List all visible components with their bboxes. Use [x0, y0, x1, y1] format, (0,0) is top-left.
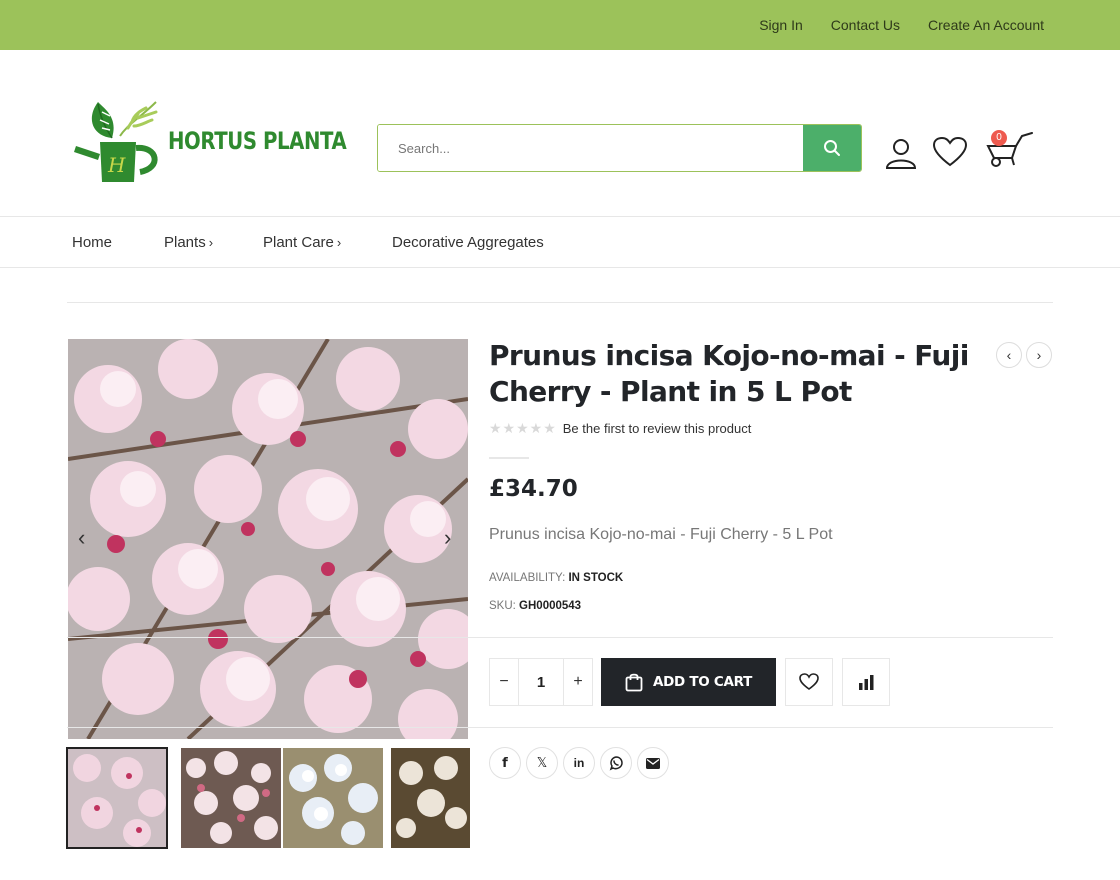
search-bar: [377, 124, 862, 172]
quantity-decrease-button[interactable]: −: [490, 659, 519, 705]
add-to-compare-button[interactable]: [842, 658, 890, 706]
product-price: £34.70: [489, 476, 578, 502]
nav-item-label: Plant Care: [263, 234, 334, 251]
user-icon: [885, 139, 917, 169]
chevron-right-icon: ›: [336, 235, 342, 250]
chevron-right-icon: ›: [208, 235, 214, 250]
share-x-button[interactable]: 𝕏: [526, 747, 558, 779]
divider: [489, 457, 529, 459]
cherry-blossom-image: [68, 339, 468, 739]
logo-text: HORTUS PLANTA: [168, 127, 347, 155]
thumbnail-image: [181, 748, 281, 848]
whatsapp-icon: [609, 756, 623, 771]
top-bar: Sign In Contact Us Create An Account: [0, 0, 1120, 50]
breadcrumb-divider: [67, 302, 1053, 303]
sign-in-link[interactable]: Sign In: [759, 17, 803, 33]
share-linkedin-button[interactable]: in: [563, 747, 595, 779]
add-to-cart-button[interactable]: ADD TO CART: [601, 658, 776, 706]
add-to-wishlist-button[interactable]: [785, 658, 833, 706]
facebook-icon: f: [502, 755, 508, 771]
sku-value: GH0000543: [519, 600, 582, 612]
svg-text:H: H: [107, 153, 126, 177]
next-product-button[interactable]: ›: [1026, 342, 1052, 368]
top-links: Sign In Contact Us Create An Account: [759, 0, 1044, 50]
nav-item-home[interactable]: Home: [72, 217, 112, 267]
quantity-stepper: − +: [489, 658, 593, 706]
availability-value: IN STOCK: [568, 572, 624, 584]
cart-count-badge: 0: [991, 130, 1007, 146]
product-short-description: Prunus incisa Kojo-no-mai - Fuji Cherry …: [489, 526, 833, 543]
site-logo[interactable]: H HORTUS PLANTA: [72, 96, 347, 186]
nav-item-plant-care[interactable]: Plant Care ›: [263, 217, 341, 267]
nav-item-label: Plants: [164, 234, 206, 251]
review-link[interactable]: Be the first to review this product: [563, 421, 752, 436]
quantity-input[interactable]: [519, 659, 563, 705]
heart-icon: [799, 673, 819, 690]
gallery-next-arrow[interactable]: ›: [444, 525, 451, 551]
divider: [67, 637, 1053, 638]
create-account-link[interactable]: Create An Account: [928, 17, 1044, 33]
x-icon: 𝕏: [536, 755, 548, 770]
availability: AVAILABILITY: IN STOCK: [489, 572, 623, 584]
search-input[interactable]: [378, 125, 803, 171]
main-nav: Home Plants › Plant Care › Decorative Aggr…: [0, 216, 1120, 268]
thumbnail-1[interactable]: [66, 747, 168, 849]
divider: [67, 727, 1053, 728]
thumbnail-image: [283, 748, 383, 848]
linkedin-icon: in: [573, 756, 585, 770]
shopping-bag-icon: [625, 673, 643, 692]
nav-item-plants[interactable]: Plants ›: [164, 217, 213, 267]
search-button[interactable]: [803, 125, 861, 171]
wishlist-header-button[interactable]: [932, 136, 968, 173]
chevron-right-icon: ›: [1036, 347, 1042, 363]
rating-stars-icon: ★★★★★: [489, 420, 557, 436]
chevron-left-icon: ‹: [1006, 347, 1012, 363]
thumbnail-image: [391, 748, 470, 848]
product-main-image[interactable]: [68, 339, 468, 739]
bar-chart-icon: [859, 675, 874, 690]
nav-item-label: Home: [72, 234, 113, 251]
nav-item-label: Decorative Aggregates: [392, 234, 544, 251]
search-icon: [824, 140, 840, 156]
thumbnail-3[interactable]: [283, 748, 383, 848]
email-icon: [646, 757, 660, 769]
thumbnail-image: [67, 748, 167, 848]
watering-can-logo-icon: H: [74, 101, 158, 182]
contact-us-link[interactable]: Contact Us: [831, 17, 900, 33]
sku: SKU: GH0000543: [489, 600, 581, 612]
share-facebook-button[interactable]: f: [489, 747, 521, 779]
availability-label: AVAILABILITY:: [489, 572, 566, 584]
thumbnail-4[interactable]: [391, 748, 470, 848]
quantity-increase-button[interactable]: +: [563, 659, 592, 705]
share-email-button[interactable]: [637, 747, 669, 779]
nav-item-decorative-aggregates[interactable]: Decorative Aggregates: [392, 217, 544, 267]
heart-icon: [932, 136, 968, 167]
thumbnail-2[interactable]: [181, 748, 281, 848]
add-to-cart-label: ADD TO CART: [653, 674, 752, 690]
gallery-prev-arrow[interactable]: ‹: [78, 525, 85, 551]
previous-product-button[interactable]: ‹: [996, 342, 1022, 368]
sku-label: SKU:: [489, 600, 516, 612]
product-title: Prunus incisa Kojo-no-mai - Fuji Cherry …: [489, 339, 969, 408]
product-rating: ★★★★★ Be the first to review this produc…: [489, 420, 751, 437]
share-whatsapp-button[interactable]: [600, 747, 632, 779]
account-button[interactable]: [884, 136, 918, 175]
